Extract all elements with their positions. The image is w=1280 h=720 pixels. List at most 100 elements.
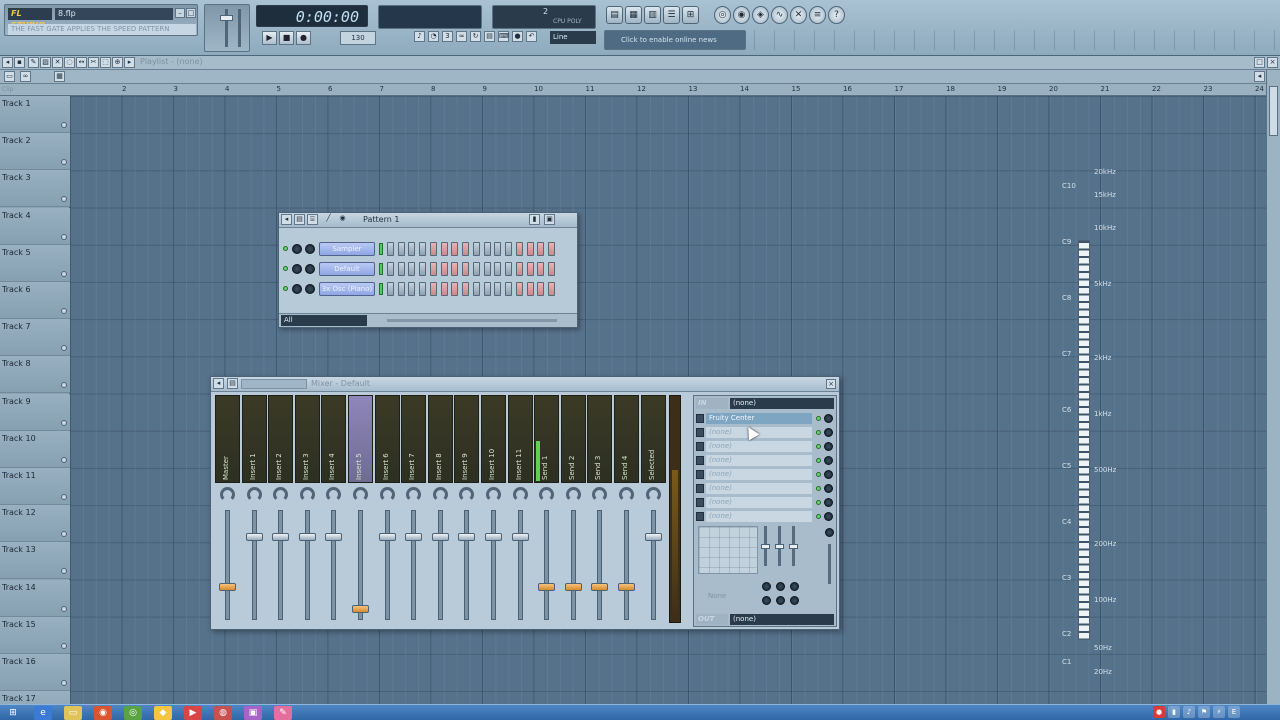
draw-tool-icon[interactable]: ✎ (28, 57, 39, 68)
paint-icon[interactable]: ✎ (274, 706, 292, 720)
mixer-strip[interactable]: Insert 5 (348, 395, 373, 627)
track-mute-button[interactable] (61, 568, 67, 575)
browser-icon[interactable]: ☰ (663, 6, 680, 24)
step-button[interactable] (516, 282, 523, 296)
fader-handle[interactable] (511, 533, 529, 541)
link-icon[interactable]: ∞ (20, 71, 31, 82)
strip-meter-area[interactable]: Insert 9 (454, 395, 480, 483)
strip-meter-area[interactable]: Insert 11 (507, 395, 533, 483)
slot-menu-icon[interactable] (696, 484, 704, 493)
fader-handle[interactable] (298, 533, 316, 541)
blend-icon[interactable]: ≈ (456, 31, 467, 42)
volume-fader[interactable] (304, 510, 310, 620)
effect-slot[interactable]: (none) (696, 441, 834, 453)
channel-button[interactable]: 3x Osc (Piano) (319, 282, 375, 296)
channel-mute-led[interactable] (283, 266, 288, 271)
step-button[interactable] (430, 282, 437, 296)
volume-fader[interactable] (650, 510, 656, 620)
cpu-icon[interactable]: ◎ (714, 6, 731, 24)
pan-knob[interactable] (432, 487, 448, 502)
fader-handle[interactable] (325, 533, 343, 541)
track-mute-button[interactable] (61, 308, 67, 314)
mixer-strip[interactable]: Insert 3 (294, 395, 320, 627)
slot-menu-icon[interactable] (696, 428, 704, 437)
delete-tool-icon[interactable]: ✕ (52, 57, 63, 68)
volume-fader[interactable] (251, 510, 257, 620)
network-icon[interactable]: ▮ (1168, 706, 1180, 718)
channel-pan-knob[interactable] (292, 264, 302, 274)
mixer-strip[interactable]: Selected (640, 395, 666, 627)
pan-knob[interactable] (565, 487, 581, 502)
strip-meter-area[interactable]: Send 2 (560, 395, 586, 483)
strip-meter-area[interactable]: Insert 4 (321, 395, 347, 483)
vertical-scrollbar[interactable] (1266, 70, 1280, 704)
pan-knob[interactable] (406, 487, 422, 502)
track-mute-button[interactable] (61, 605, 67, 612)
mixer-strip[interactable]: Insert 1 (241, 395, 267, 627)
track-header[interactable]: Track 16 (0, 654, 70, 691)
track-header[interactable]: Track 1 (0, 96, 70, 133)
pan-knob[interactable] (326, 487, 342, 502)
strip-meter-area[interactable]: Insert 6 (374, 395, 400, 483)
output-select[interactable]: (none) (730, 614, 834, 625)
record-tray-icon[interactable]: ● (1153, 706, 1165, 718)
record-note-icon[interactable]: ● (512, 31, 523, 42)
step-button[interactable] (537, 242, 544, 256)
pattern-selector[interactable]: Pattern 1 (363, 215, 399, 224)
step-button[interactable] (430, 262, 437, 276)
channel-select-indicator[interactable] (379, 283, 383, 295)
volume-fader[interactable] (570, 510, 576, 620)
help-icon[interactable]: ? (828, 6, 845, 24)
step-button[interactable] (504, 282, 512, 296)
step-button[interactable] (397, 282, 405, 296)
strip-meter-area[interactable]: Insert 8 (427, 395, 453, 483)
typing-keyboard-icon[interactable]: ⌨ (498, 31, 509, 42)
step-button[interactable] (451, 262, 458, 276)
slot-enable-led[interactable] (816, 458, 821, 463)
channel-volume-knob[interactable] (305, 244, 315, 254)
effect-name[interactable]: (none) (706, 511, 812, 522)
step-button[interactable] (473, 282, 480, 296)
mixer-titlebar[interactable]: ◂ ▤ Mixer - Default × (211, 377, 839, 392)
pan-knob[interactable] (459, 487, 475, 502)
step-button[interactable] (526, 242, 534, 256)
flag-icon[interactable]: ⚑ (1198, 706, 1210, 718)
effect-name[interactable]: (none) (706, 455, 812, 466)
mixer-strip[interactable]: Insert 10 (481, 395, 506, 627)
step-button[interactable] (387, 282, 394, 296)
step-scroll[interactable] (387, 319, 557, 322)
stop-button[interactable]: ■ (279, 31, 294, 45)
effect-slot[interactable]: Fruity Center (696, 413, 834, 425)
mixer-strip[interactable]: Insert 6 (374, 395, 400, 627)
volume-fader[interactable] (464, 510, 470, 620)
slot-enable-led[interactable] (816, 472, 821, 477)
fader-handle[interactable] (591, 583, 609, 591)
slot-menu-icon[interactable] (696, 512, 704, 521)
slot-mix-knob[interactable] (824, 456, 833, 465)
eq-freq-knob-3[interactable] (790, 582, 799, 591)
pan-knob[interactable] (220, 487, 235, 502)
pan-knob[interactable] (539, 487, 555, 502)
language-icon[interactable]: E (1228, 706, 1240, 718)
step-button[interactable] (504, 262, 512, 276)
step-button[interactable] (397, 262, 405, 276)
step-button[interactable] (526, 282, 534, 296)
volume-fader[interactable] (331, 510, 337, 620)
step-button[interactable] (483, 242, 491, 256)
step-button[interactable] (387, 262, 394, 276)
slot-enable-led[interactable] (816, 486, 821, 491)
pan-knob[interactable] (246, 487, 262, 502)
channel-mute-led[interactable] (283, 286, 288, 291)
track-header[interactable]: Track 6 (0, 282, 70, 319)
mixer-strip[interactable]: Send 4 (614, 395, 639, 627)
pan-knob[interactable] (512, 487, 528, 502)
chrome-icon[interactable]: ◎ (124, 706, 142, 720)
pan-knob[interactable] (379, 487, 395, 502)
step-button[interactable] (547, 262, 555, 276)
strip-meter-area[interactable]: Send 3 (587, 395, 613, 483)
track-volume-knob[interactable] (825, 528, 834, 537)
step-button[interactable] (473, 242, 480, 256)
strip-meter-area[interactable]: Send 4 (614, 395, 639, 483)
fl-studio-task-icon[interactable]: ◍ (214, 706, 232, 720)
track-header[interactable]: Track 13 (0, 542, 70, 580)
